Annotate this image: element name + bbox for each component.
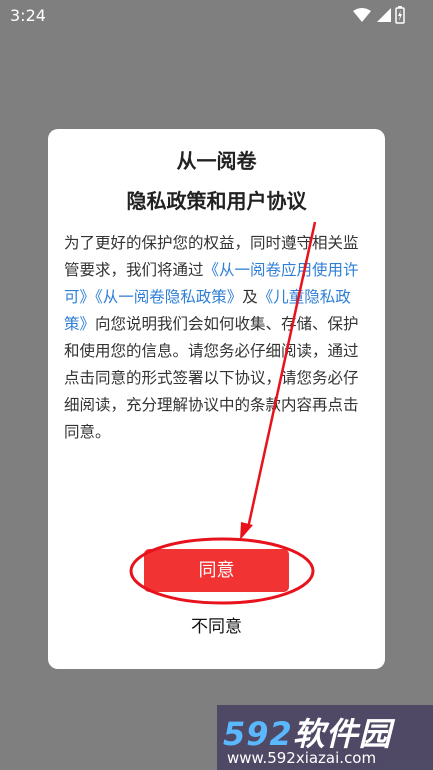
watermark-logo-number: 592 bbox=[223, 715, 293, 753]
body-detail-text: 向您说明我们会如何收集、存储、保护和使用您的信息。请您务必仔细阅读，通过点击同意… bbox=[64, 315, 359, 441]
dialog-app-title: 从一阅卷 bbox=[176, 149, 257, 173]
status-time: 3:24 bbox=[10, 6, 46, 25]
status-bar: 3:24 bbox=[0, 0, 433, 30]
status-icons bbox=[353, 6, 405, 24]
watermark: 592软件园 www.592xiazai.com bbox=[217, 705, 433, 770]
watermark-url: www.592xiazai.com bbox=[227, 749, 377, 767]
watermark-logo-text: 软件园 bbox=[292, 715, 392, 753]
dialog-body-text: 为了更好的保护您的权益，同时遵守相关监管要求，我们将通过《从一阅卷应用使用许可》… bbox=[64, 230, 370, 446]
privacy-dialog: 从一阅卷 隐私政策和用户协议 为了更好的保护您的权益，同时遵守相关监管要求，我们… bbox=[48, 129, 385, 669]
body-and-text: 及 bbox=[242, 288, 258, 306]
wifi-icon bbox=[353, 7, 371, 23]
dialog-title: 隐私政策和用户协议 bbox=[126, 189, 307, 213]
agree-button[interactable]: 同意 bbox=[144, 549, 289, 592]
disagree-button[interactable]: 不同意 bbox=[144, 615, 289, 639]
privacy-policy-link[interactable]: 《从一阅卷隐私政策》 bbox=[95, 288, 242, 306]
cell-signal-icon bbox=[375, 7, 391, 23]
battery-charging-icon bbox=[395, 6, 405, 24]
